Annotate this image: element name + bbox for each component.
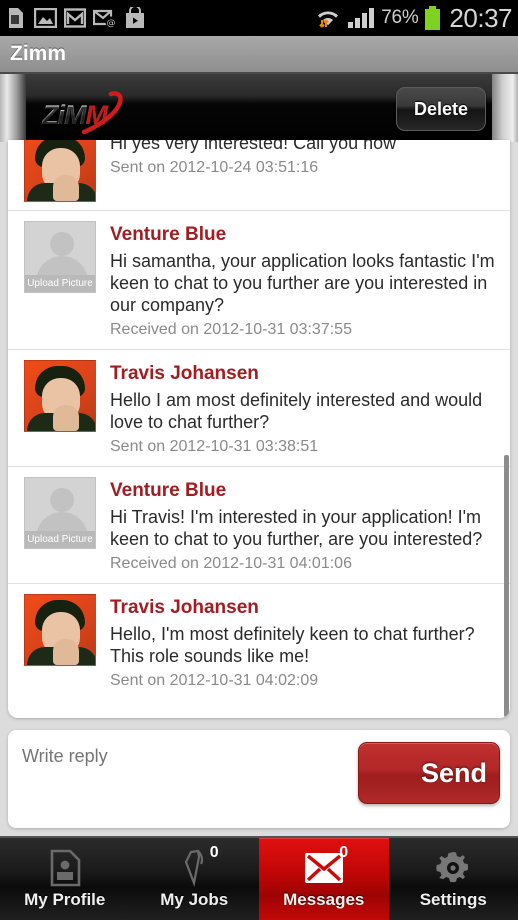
- nav-item-messages[interactable]: 0 Messages: [259, 838, 389, 920]
- message-list[interactable]: Hi yes very interested! Call you now Sent…: [8, 140, 510, 718]
- message-sender: Venture Blue: [110, 480, 227, 501]
- gear-icon: [434, 848, 472, 888]
- nav-item-settings[interactable]: Settings: [389, 838, 518, 920]
- message-timestamp: Sent on 2012-10-31 04:02:09: [110, 672, 319, 689]
- message-timestamp: Sent on 2012-10-24 03:51:16: [110, 159, 319, 176]
- nav-label-messages: Messages: [283, 890, 365, 909]
- avatar: Upload Picture: [24, 221, 96, 293]
- signal-bars-icon: [348, 8, 375, 28]
- message-row[interactable]: Upload Picture Venture Blue Hi Travis! I'm…: [8, 467, 510, 584]
- message-body: Travis Johansen Hello I am most definitel…: [110, 360, 498, 458]
- reply-input[interactable]: [22, 746, 350, 767]
- message-row[interactable]: Travis Johansen Hello I am most definitel…: [8, 350, 510, 467]
- nav-label-settings: Settings: [419, 890, 487, 909]
- message-text: Hi Travis! I'm interested in your applic…: [110, 507, 483, 549]
- nav-item-my-jobs[interactable]: 0 My Jobs: [130, 838, 260, 920]
- app-screen: @ 76% 20:37 Zimm ZiMM Delete Hi yes very…: [0, 0, 518, 920]
- nav-badge-my-jobs: 0: [209, 844, 219, 861]
- avatar: [24, 594, 96, 666]
- message-timestamp: Sent on 2012-10-31 03:38:51: [110, 438, 319, 455]
- nav-label-my-profile: My Profile: [24, 890, 106, 909]
- play-store-icon: [126, 7, 144, 28]
- battery-percent-label: 76%: [381, 7, 419, 28]
- message-sender: Travis Johansen: [110, 597, 259, 618]
- nav-item-my-profile[interactable]: My Profile: [0, 838, 130, 920]
- list-scrollbar[interactable]: [504, 455, 509, 717]
- sd-card-icon: [9, 8, 23, 28]
- clock-label: 20:37: [449, 2, 512, 33]
- delete-button-label: Delete: [413, 98, 469, 119]
- nav-badge-messages: 0: [339, 844, 349, 861]
- status-bar: @ 76% 20:37: [0, 0, 518, 36]
- avatar: [24, 140, 96, 202]
- wifi-transfer-icon: [318, 11, 339, 28]
- message-body: Hi yes very interested! Call you now Sent…: [110, 140, 498, 202]
- message-timestamp: Received on 2012-10-31 04:01:06: [110, 555, 352, 572]
- envelope-icon: [304, 848, 344, 888]
- message-body: Venture Blue Hi Travis! I'm interested in…: [110, 477, 498, 575]
- message-body: Venture Blue Hi samantha, your applicatio…: [110, 221, 498, 341]
- reply-box: Send: [8, 730, 510, 828]
- avatar: Upload Picture: [24, 477, 96, 549]
- message-text: Hello, I'm most definitely keen to chat …: [110, 624, 475, 666]
- page-title: Zimm: [10, 42, 67, 65]
- avatar-upload-label: Upload Picture: [25, 275, 95, 292]
- logo-swoosh-icon: [81, 91, 123, 135]
- message-sender: Travis Johansen: [110, 363, 259, 384]
- status-bar-system-icons: 76% 20:37: [315, 3, 512, 34]
- message-sender: Venture Blue: [110, 224, 227, 245]
- avatar-upload-label: Upload Picture: [25, 531, 95, 548]
- gallery-icon: [34, 8, 57, 28]
- message-body: Travis Johansen Hello, I'm most definitel…: [110, 594, 498, 692]
- zimm-logo: ZiMM: [42, 90, 152, 135]
- send-button[interactable]: Send: [358, 742, 500, 804]
- app-header: ZiMM Delete: [0, 74, 518, 142]
- message-text: Hi yes very interested! Call you now: [110, 140, 397, 153]
- status-bar-notification-icons: @: [6, 7, 315, 29]
- message-timestamp: Received on 2012-10-31 03:37:55: [110, 321, 352, 338]
- message-text: Hello I am most definitely interested an…: [110, 390, 483, 432]
- app-title-bar: Zimm: [0, 36, 518, 74]
- message-row[interactable]: Upload Picture Venture Blue Hi samantha, y…: [8, 211, 510, 350]
- gmail-icon: [64, 8, 86, 28]
- message-text: Hi samantha, your application looks fant…: [110, 251, 495, 315]
- battery-icon: [425, 6, 441, 30]
- email-at-icon: @: [93, 9, 117, 29]
- send-button-label: Send: [420, 757, 487, 788]
- bottom-navigation: My Profile 0 My Jobs 0 Messages Settings: [0, 836, 518, 920]
- message-row[interactable]: Hi yes very interested! Call you now Sent…: [8, 140, 510, 211]
- delete-button[interactable]: Delete: [396, 87, 486, 131]
- svg-text:@: @: [107, 19, 116, 29]
- message-row[interactable]: Travis Johansen Hello, I'm most definitel…: [8, 584, 510, 700]
- tie-icon: [178, 848, 210, 888]
- nav-label-my-jobs: My Jobs: [160, 890, 229, 909]
- avatar: [24, 360, 96, 432]
- profile-card-icon: [48, 848, 82, 888]
